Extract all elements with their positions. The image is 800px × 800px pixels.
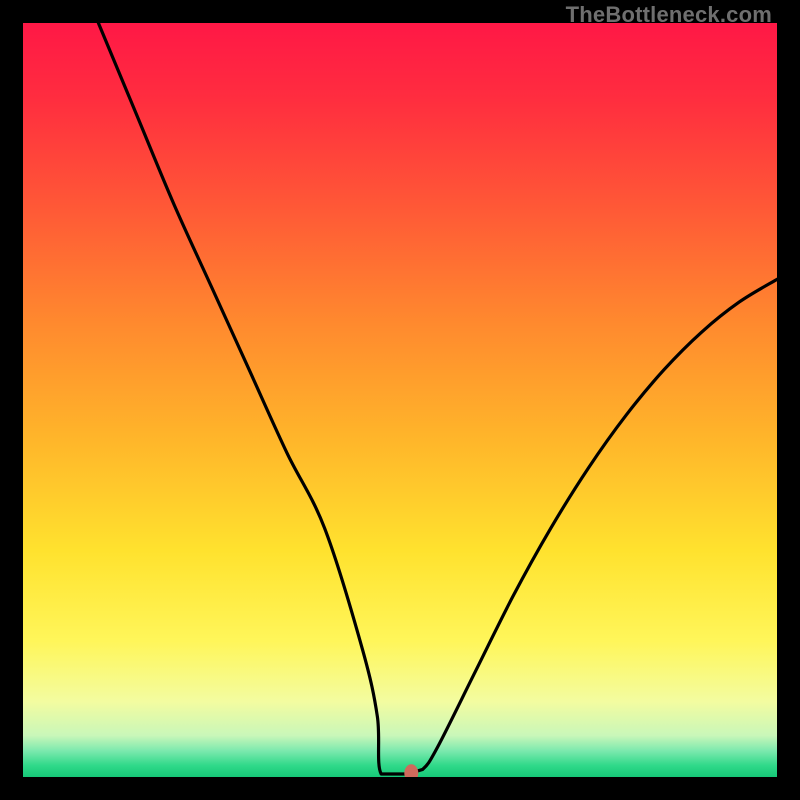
chart-frame: TheBottleneck.com <box>0 0 800 800</box>
plot-area <box>23 23 777 777</box>
chart-svg <box>23 23 777 777</box>
gradient-background <box>23 23 777 777</box>
